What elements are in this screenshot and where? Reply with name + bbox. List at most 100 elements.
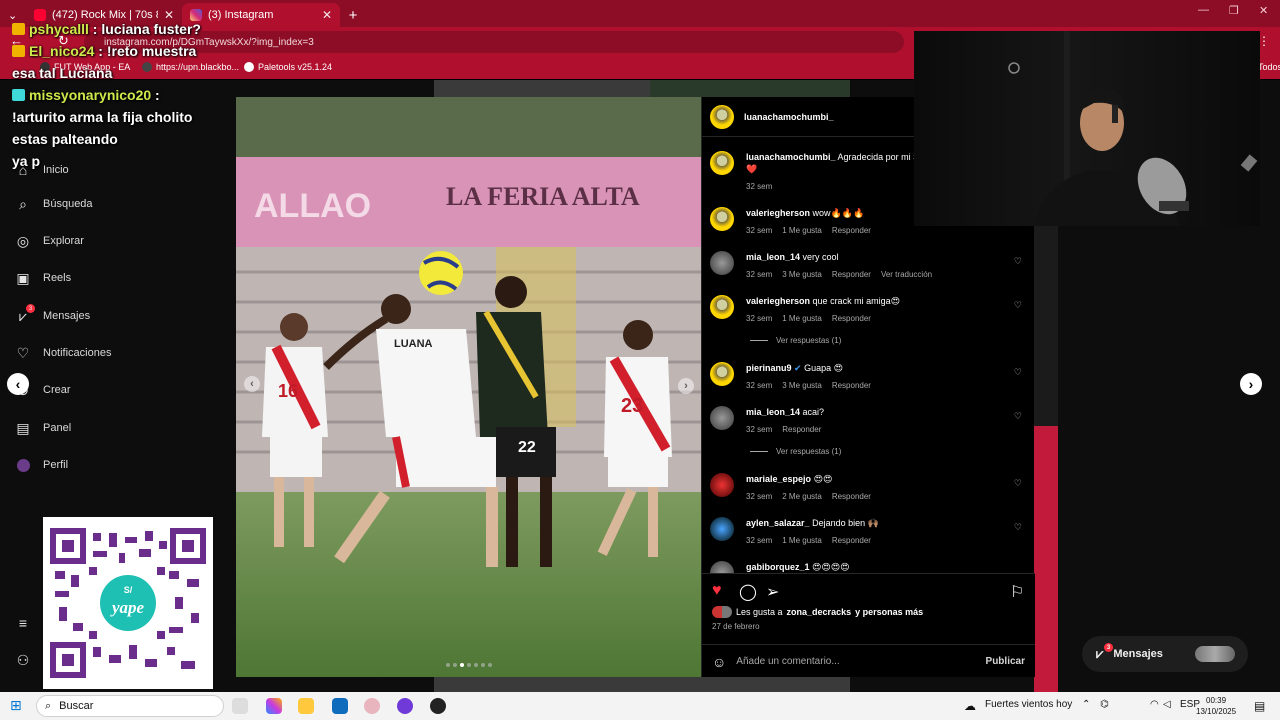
view-replies-button[interactable]: Ver respuestas (1) xyxy=(750,336,841,345)
comment-input[interactable]: Añade un comentario... xyxy=(736,656,839,667)
new-tab-button[interactable]: + xyxy=(340,3,366,27)
weather-text[interactable]: Fuertes vientos hoy xyxy=(985,699,1072,710)
discord-icon[interactable] xyxy=(397,698,413,714)
prev-image-button[interactable]: ‹ xyxy=(244,376,260,392)
all-bookmarks[interactable]: Todos xyxy=(1258,62,1280,72)
bookmark-icon[interactable]: ⚐ xyxy=(1010,582,1024,602)
nav-mensajes[interactable]: ⩗ 3 Mensajes xyxy=(15,304,90,324)
reply-button[interactable]: Responder xyxy=(832,491,871,503)
restore-icon[interactable]: ❐ xyxy=(1229,4,1239,17)
stream-chat: pshycalll : luciana fuster? El_nico24 : … xyxy=(12,18,212,172)
minimize-icon[interactable]: — xyxy=(1198,4,1209,16)
avatar[interactable] xyxy=(710,561,734,573)
comment-user[interactable]: valeriegherson xyxy=(746,208,810,218)
prev-post-button[interactable]: ‹ xyxy=(7,373,29,395)
reply-button[interactable]: Responder xyxy=(832,225,871,237)
taskbar-clock[interactable]: 00:39 13/10/2025 xyxy=(1196,695,1236,717)
comment-user[interactable]: mia_leon_14 xyxy=(746,407,800,417)
qr-pattern: S/ yape xyxy=(50,528,206,678)
publish-button[interactable]: Publicar xyxy=(986,656,1025,667)
comment-icon[interactable]: ◯ xyxy=(739,582,757,602)
nav-perfil[interactable]: Perfil xyxy=(15,457,68,473)
wifi-icon[interactable]: ◠ xyxy=(1150,699,1159,710)
avatar[interactable] xyxy=(710,295,734,319)
post-author[interactable]: luanachamochumbi_ xyxy=(744,112,834,122)
comment-user[interactable]: mariale_espejo xyxy=(746,474,811,484)
messages-pill[interactable]: ⩗ 3 Mensajes xyxy=(1082,636,1248,672)
nav-panel[interactable]: ▤ Panel xyxy=(15,420,71,436)
view-replies-button[interactable]: Ver respuestas (1) xyxy=(750,447,841,456)
nav-reels[interactable]: ▣ Reels xyxy=(15,270,71,286)
comment-likes[interactable]: 3 Me gusta xyxy=(782,269,822,281)
comment-likes[interactable]: 1 Me gusta xyxy=(782,225,822,237)
network-icon[interactable]: ⌬ xyxy=(1100,699,1109,710)
close-icon[interactable]: ✕ xyxy=(322,8,332,22)
comment: valeriegherson que crack mi amiga😍 32 se… xyxy=(710,295,1028,329)
volume-icon[interactable]: ◁ xyxy=(1163,699,1171,710)
comment-user[interactable]: luanachamochumbi_ xyxy=(746,152,836,162)
avatar[interactable] xyxy=(710,207,734,231)
comment-user[interactable]: aylen_salazar_ xyxy=(746,518,810,528)
comment-text: wow🔥🔥🔥 xyxy=(812,208,865,218)
like-comment-icon[interactable]: ♡ xyxy=(1014,521,1022,533)
reply-button[interactable]: Responder xyxy=(832,269,871,281)
avatar[interactable] xyxy=(710,473,734,497)
search-label: Buscar xyxy=(59,700,94,712)
bookmark-paletools[interactable]: Paletools v25.1.24 xyxy=(244,62,332,72)
next-post-button[interactable]: › xyxy=(1240,373,1262,395)
likes-user[interactable]: zona_decracks xyxy=(787,607,852,617)
like-comment-icon[interactable]: ♡ xyxy=(1014,366,1022,378)
liker-avatars xyxy=(712,606,732,618)
reply-button[interactable]: Responder xyxy=(832,380,871,392)
like-comment-icon[interactable]: ♡ xyxy=(1014,299,1022,311)
avatar[interactable] xyxy=(710,362,734,386)
post-photo[interactable]: ALLAO LA FERIA ALTA 16 LUANA 22 23 xyxy=(236,97,701,677)
like-comment-icon[interactable]: ♡ xyxy=(1014,477,1022,489)
windows-start-icon[interactable]: ⊞ xyxy=(10,697,22,714)
comment-likes[interactable]: 3 Me gusta xyxy=(782,380,822,392)
task-view-icon[interactable] xyxy=(232,698,248,714)
close-window-icon[interactable]: ✕ xyxy=(1259,4,1268,17)
reply-button[interactable]: Responder xyxy=(832,313,871,325)
emoji-icon[interactable]: ☺ xyxy=(712,654,726,670)
like-comment-icon[interactable]: ♡ xyxy=(1014,410,1022,422)
comment-user[interactable]: gabiborquez_1 xyxy=(746,562,810,572)
comment-user[interactable]: valeriegherson xyxy=(746,296,810,306)
comment-likes[interactable]: 2 Me gusta xyxy=(782,491,822,503)
comment-user[interactable]: pierinanu9 xyxy=(746,363,792,373)
nav-notificaciones[interactable]: ♡ Notificaciones xyxy=(15,345,112,361)
like-heart-icon[interactable]: ♥ xyxy=(712,582,722,600)
copilot-icon[interactable] xyxy=(266,698,282,714)
nav-more[interactable]: ≡ xyxy=(15,615,31,631)
notifications-icon[interactable]: ▤ xyxy=(1254,699,1265,713)
next-image-button[interactable]: › xyxy=(678,378,694,394)
avatar[interactable] xyxy=(710,104,734,129)
outlook-icon[interactable] xyxy=(332,698,348,714)
comment-likes[interactable]: 1 Me gusta xyxy=(782,535,822,547)
stadium-wall-text: ALLAO xyxy=(254,187,371,225)
comment-user[interactable]: mia_leon_14 xyxy=(746,252,800,262)
avatar[interactable] xyxy=(710,251,734,275)
nav-threads[interactable]: ⚇ xyxy=(15,652,31,668)
reply-button[interactable]: Responder xyxy=(832,535,871,547)
nav-explorar[interactable]: ◎ Explorar xyxy=(15,233,84,249)
avatar[interactable] xyxy=(710,406,734,430)
share-icon[interactable]: ➢ xyxy=(766,582,779,602)
comment-time: 32 sem xyxy=(746,182,773,191)
jersey-number: 22 xyxy=(518,439,536,456)
comment-likes[interactable]: 1 Me gusta xyxy=(782,313,822,325)
avatar[interactable] xyxy=(710,151,734,175)
nav-busqueda[interactable]: ⌕ Búsqueda xyxy=(15,196,92,212)
tray-arrow-icon[interactable]: ⌃ xyxy=(1082,699,1090,710)
taskbar-search[interactable]: ⌕ Buscar xyxy=(36,695,224,717)
comment-text: acai? xyxy=(802,407,825,417)
likes-summary[interactable]: Les gusta a zona_decracks y personas más xyxy=(712,606,923,618)
reply-button[interactable]: Responder xyxy=(782,424,821,436)
chart-icon: ▤ xyxy=(16,419,30,436)
translate-button[interactable]: Ver traducción xyxy=(881,269,932,281)
chrome-icon[interactable] xyxy=(364,698,380,714)
obs-icon[interactable] xyxy=(430,698,446,714)
avatar[interactable] xyxy=(710,517,734,541)
file-explorer-icon[interactable] xyxy=(298,698,314,714)
like-comment-icon[interactable]: ♡ xyxy=(1014,255,1022,267)
